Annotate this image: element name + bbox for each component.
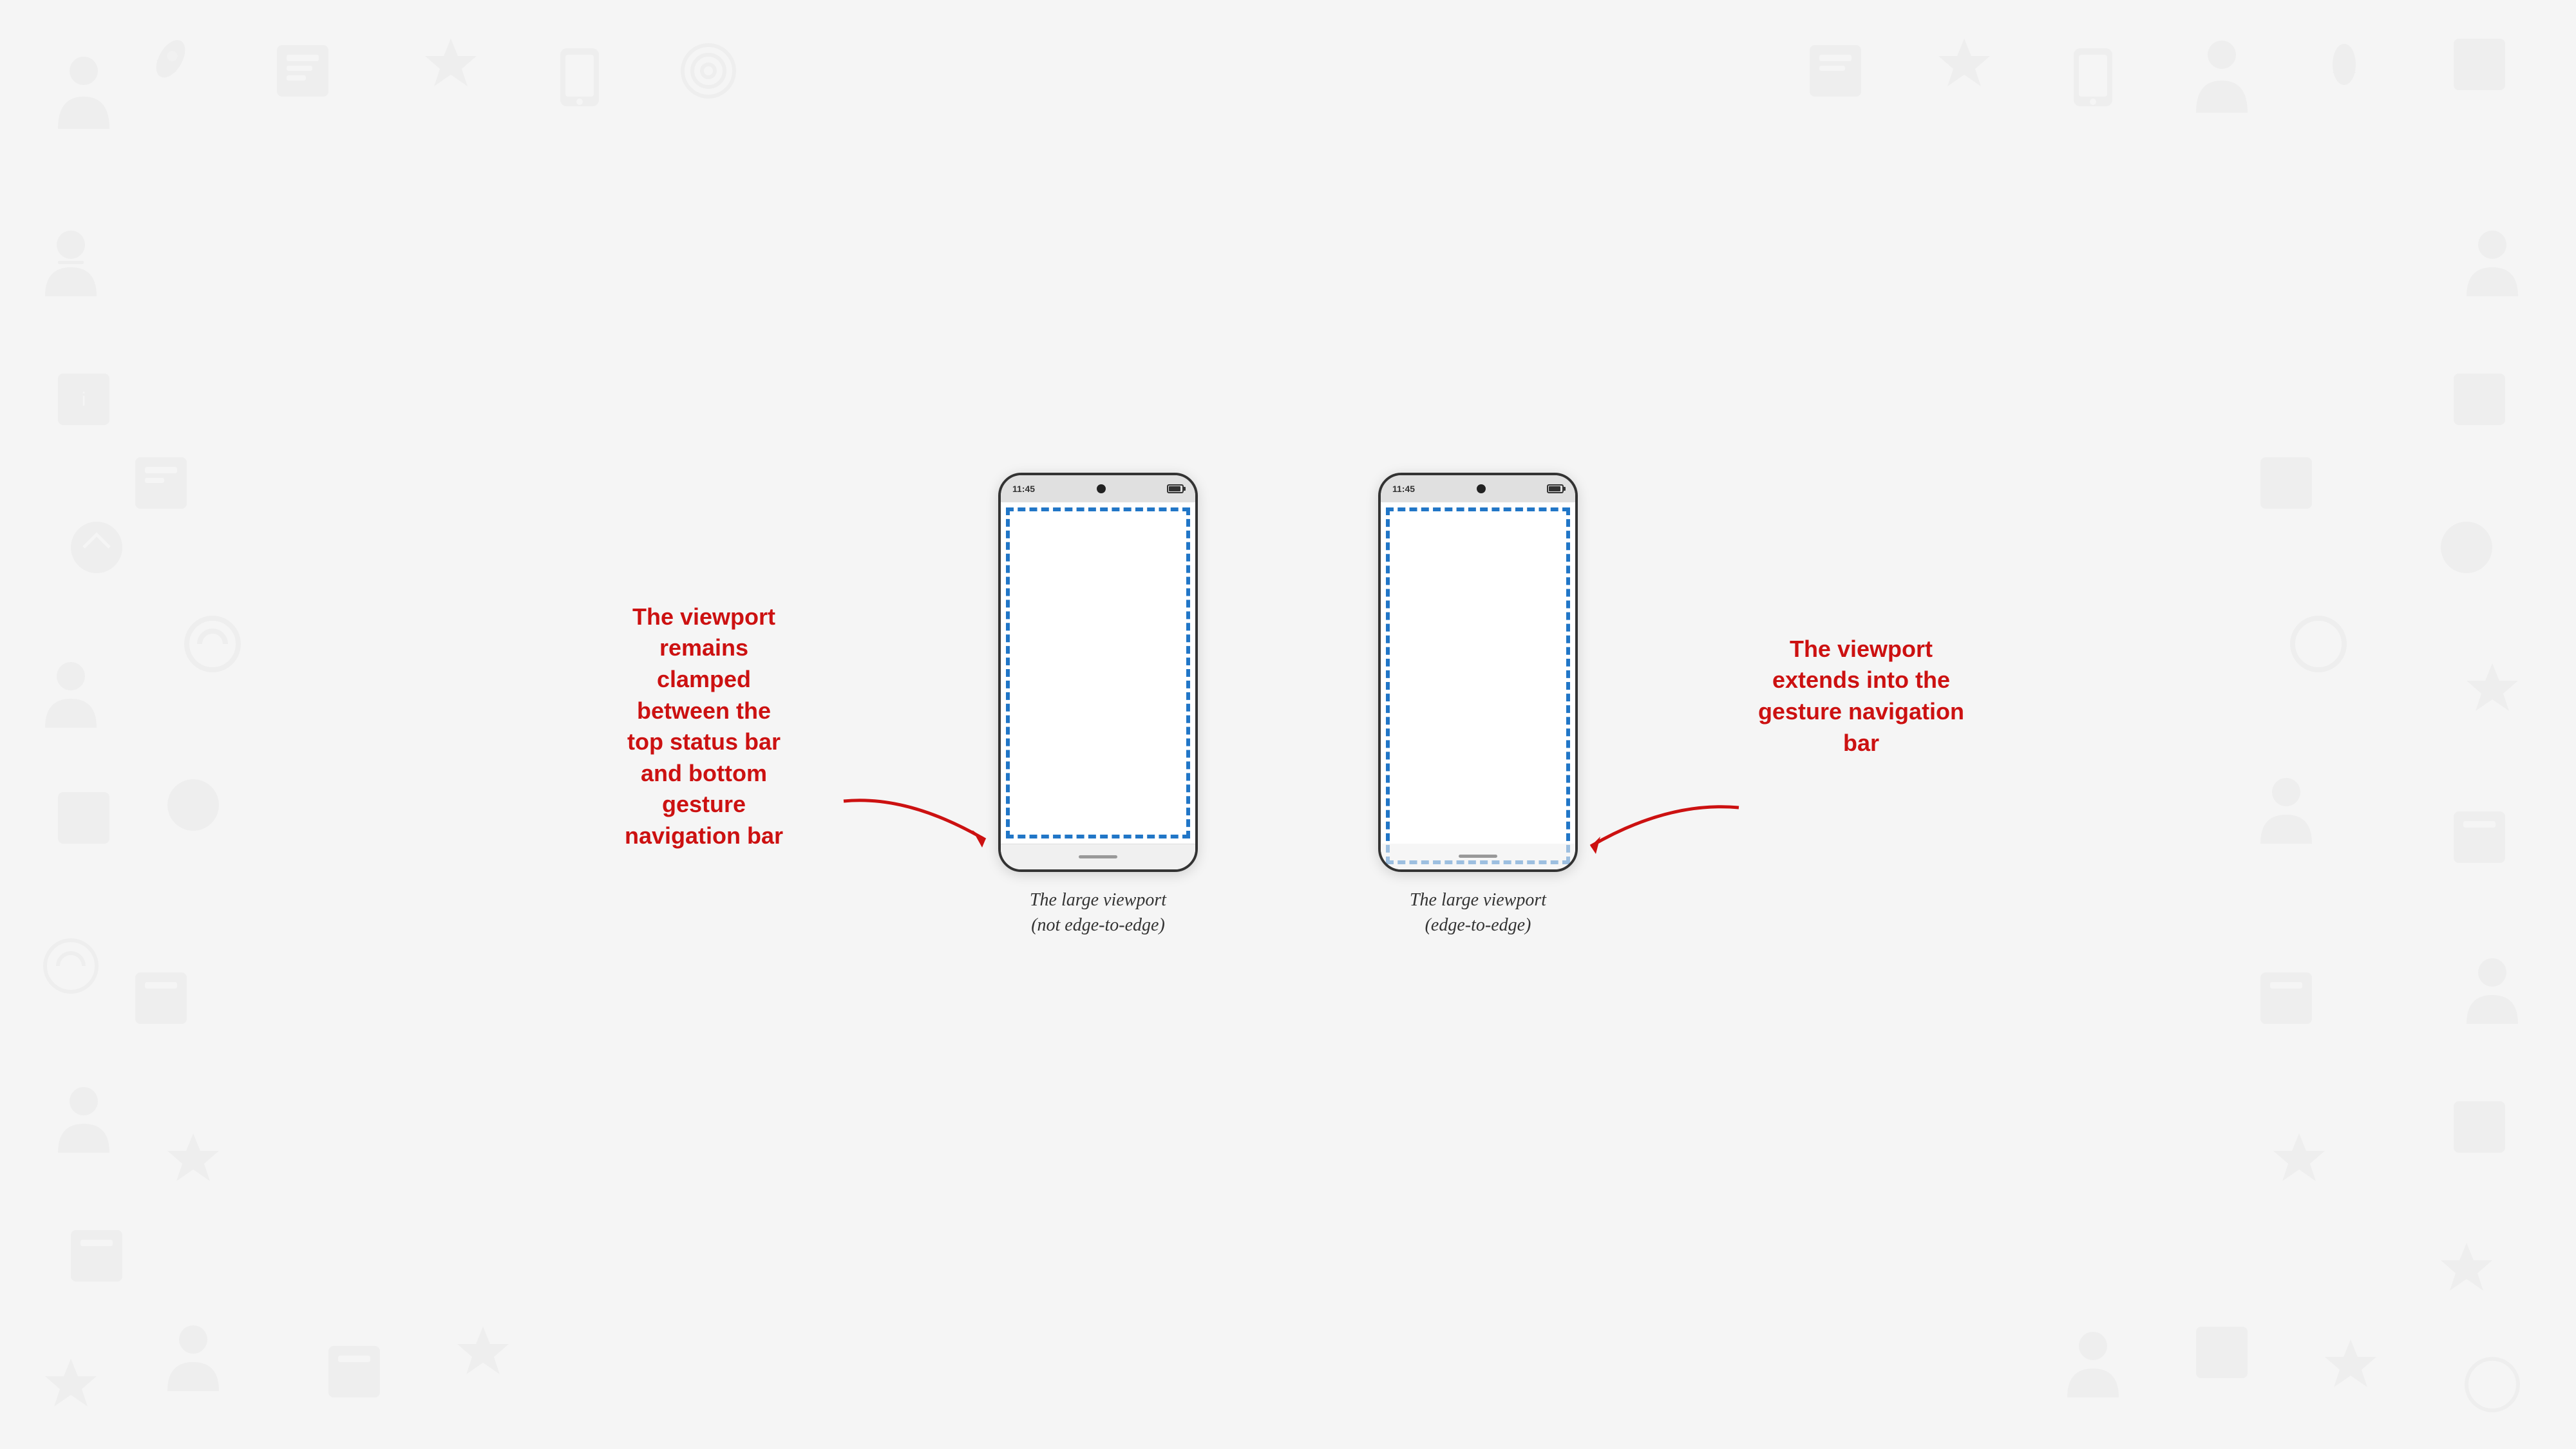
caption-not-e2e: The large viewport (not edge-to-edge) xyxy=(1030,887,1166,938)
caption-line1-right: The large viewport xyxy=(1410,890,1546,910)
status-time-right: 11:45 xyxy=(1392,484,1415,494)
annotation-right: The viewport extends into the gesture na… xyxy=(1758,634,1964,759)
nav-handle-left xyxy=(1079,855,1117,858)
diagram-not-edge-to-edge: The viewport remains clamped between the… xyxy=(998,473,1198,938)
nav-bar-left xyxy=(1001,844,1195,869)
camera-dot-left xyxy=(1097,484,1106,493)
phone-body-right xyxy=(1381,502,1575,869)
viewport-border-right xyxy=(1386,507,1570,864)
battery-right xyxy=(1547,484,1564,493)
caption-line2-left: (not edge-to-edge) xyxy=(1031,915,1165,935)
battery-fill-left xyxy=(1169,486,1180,491)
battery-fill-right xyxy=(1549,486,1560,491)
arrow-left xyxy=(844,788,1011,872)
viewport-border-left xyxy=(1006,507,1190,838)
nav-bar-right-overlay xyxy=(1381,844,1575,869)
annotation-left: The viewport remains clamped between the… xyxy=(625,601,783,852)
diagrams-container: The viewport remains clamped between the… xyxy=(998,473,1578,938)
status-time-left: 11:45 xyxy=(1012,484,1035,494)
status-bar-left: 11:45 xyxy=(1001,475,1195,502)
phone-not-edge-to-edge: 11:45 xyxy=(998,473,1198,872)
main-content: The viewport remains clamped between the… xyxy=(0,0,2576,1449)
diagram-edge-to-edge: The viewport extends into the gesture na… xyxy=(1378,473,1578,938)
caption-line1-left: The large viewport xyxy=(1030,890,1166,910)
phone-edge-to-edge: 11:45 xyxy=(1378,473,1578,872)
arrow-right xyxy=(1565,795,1739,878)
caption-line2-right: (edge-to-edge) xyxy=(1425,915,1531,935)
status-bar-right: 11:45 xyxy=(1381,475,1575,502)
battery-left xyxy=(1167,484,1184,493)
caption-e2e: The large viewport (edge-to-edge) xyxy=(1410,887,1546,938)
nav-handle-right xyxy=(1459,855,1497,858)
camera-dot-right xyxy=(1477,484,1486,493)
phone-body-left xyxy=(1001,502,1195,869)
